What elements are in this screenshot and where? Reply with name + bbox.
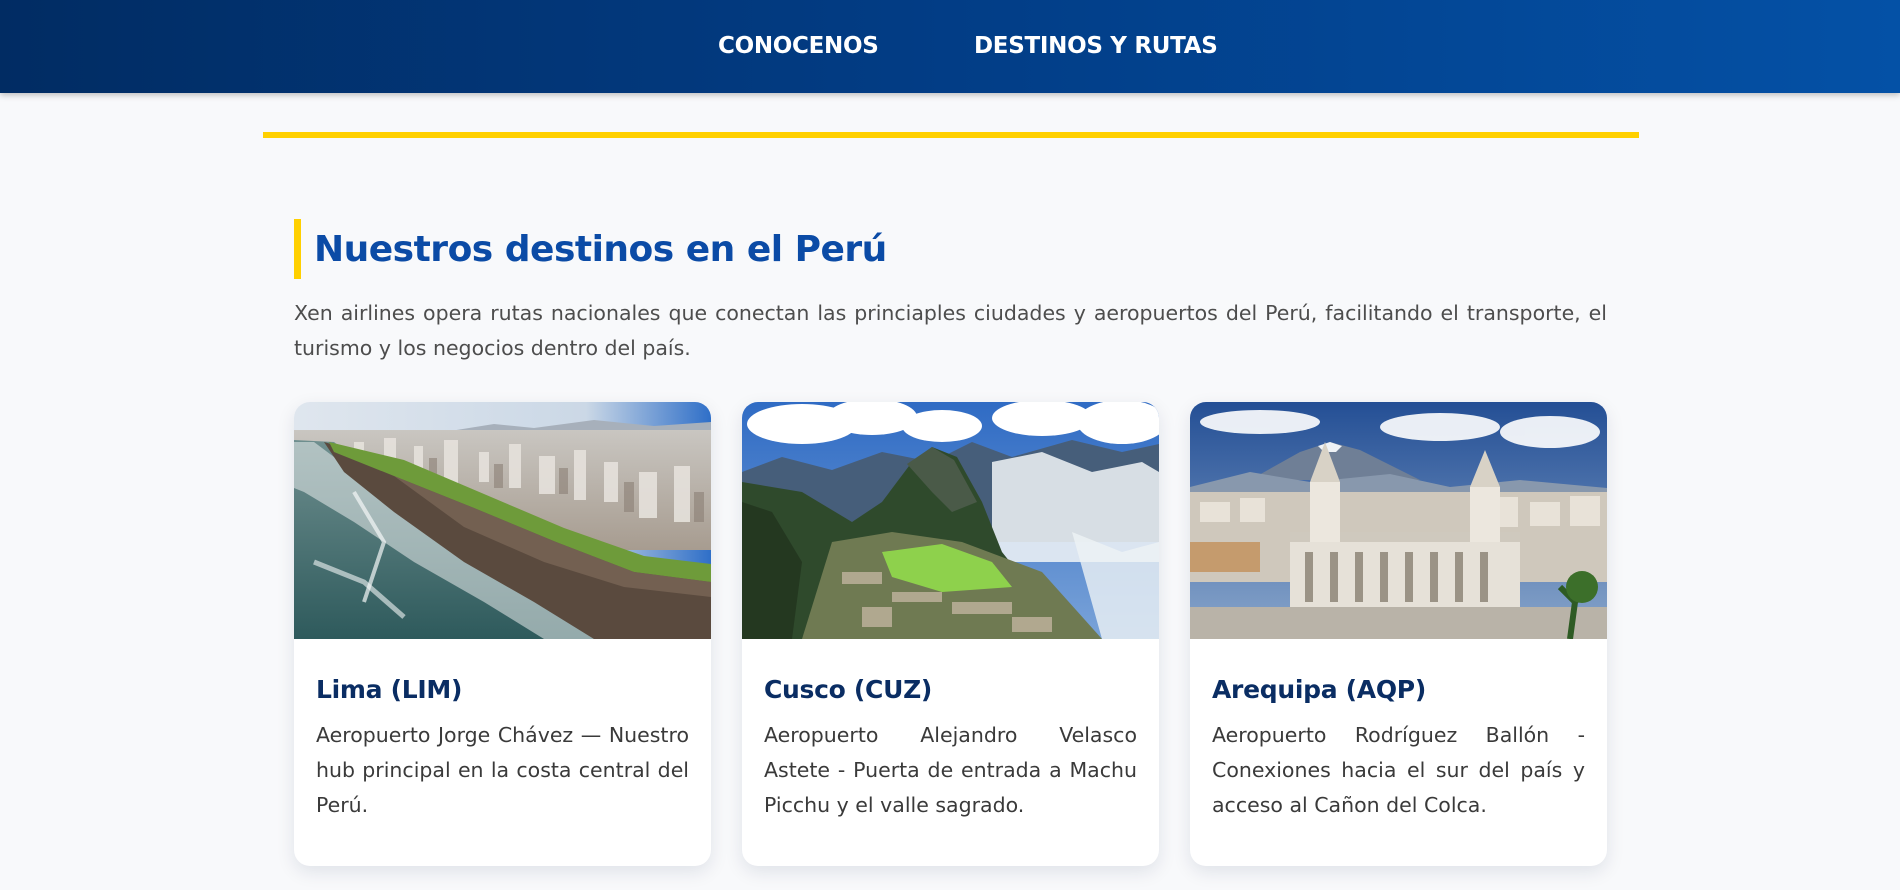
destination-card-arequipa[interactable]: Arequipa (AQP) Aeropuerto Rodríguez Ball… [1190,402,1607,866]
lima-coastline-image [294,402,711,639]
destination-card-cusco[interactable]: Cusco (CUZ) Aeropuerto Alejandro Velasco… [742,402,1159,866]
card-description: Aeropuerto Alejandro Velasco Astete - Pu… [764,723,1137,817]
nav-link-conocenos[interactable]: CONOCENOS [718,33,879,59]
top-navigation-bar: CONOCENOS DESTINOS Y RUTAS [0,0,1900,93]
yellow-divider [263,132,1639,138]
nav-link-destinos-y-rutas[interactable]: DESTINOS Y RUTAS [974,33,1218,59]
card-title: Arequipa (AQP) [1212,675,1426,704]
card-description: Aeropuerto Jorge Chávez — Nuestro hub pr… [316,723,689,817]
card-description: Aeropuerto Rodríguez Ballón - Conexiones… [1212,723,1585,817]
card-title: Cusco (CUZ) [764,675,933,704]
machu-picchu-image [742,402,1159,639]
destination-card-lima[interactable]: Lima (LIM) Aeropuerto Jorge Chávez — Nue… [294,402,711,866]
section-intro-text: Xen airlines opera rutas nacionales que … [294,301,1607,360]
section-heading: Nuestros destinos en el Perú [294,219,887,279]
section-title: Nuestros destinos en el Perú [314,228,887,270]
arequipa-cathedral-image [1190,402,1607,639]
card-title: Lima (LIM) [316,675,463,704]
